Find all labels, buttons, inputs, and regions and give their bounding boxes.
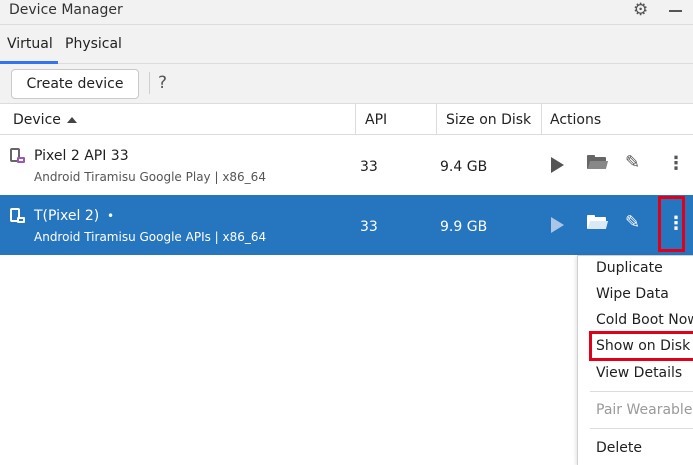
folder-icon[interactable] — [587, 155, 609, 169]
menu-item-delete[interactable]: Delete — [596, 440, 642, 456]
gear-icon[interactable]: ⚙ — [633, 0, 648, 20]
device-api: 33 — [360, 159, 378, 175]
highlight-box — [589, 331, 693, 361]
menu-separator — [590, 391, 693, 392]
virtual-device-icon — [10, 208, 25, 224]
toolbar-separator — [149, 72, 150, 94]
menu-item-wipe-data[interactable]: Wipe Data — [596, 286, 669, 302]
play-icon[interactable] — [551, 157, 564, 173]
column-divider[interactable] — [541, 104, 542, 135]
virtual-device-icon — [10, 148, 25, 164]
menu-item-pair-wearable: Pair Wearable — [596, 402, 693, 418]
device-name: T(Pixel 2) — [34, 208, 100, 224]
column-device[interactable]: Device — [13, 112, 61, 128]
more-options-icon[interactable]: ⋮ — [667, 153, 685, 174]
menu-item-duplicate[interactable]: Duplicate — [596, 260, 663, 276]
table-row[interactable]: Pixel 2 API 33 Android Tiramisu Google P… — [0, 135, 693, 195]
highlight-box — [658, 196, 685, 252]
device-api: 33 — [360, 219, 378, 235]
play-icon[interactable] — [551, 217, 564, 233]
tab-bar: Virtual Physical — [0, 25, 693, 64]
device-size: 9.9 GB — [440, 219, 488, 235]
column-actions: Actions — [550, 112, 602, 128]
tab-virtual[interactable]: Virtual — [7, 36, 53, 52]
column-divider[interactable] — [436, 104, 437, 135]
device-subtitle: Android Tiramisu Google APIs | x86_64 — [34, 230, 267, 244]
folder-icon[interactable] — [587, 215, 609, 229]
menu-item-view-details[interactable]: View Details — [596, 365, 682, 381]
column-size-on-disk[interactable]: Size on Disk — [446, 112, 531, 128]
menu-item-cold-boot-now[interactable]: Cold Boot Now — [596, 312, 693, 328]
device-size: 9.4 GB — [440, 159, 488, 175]
minimize-icon[interactable] — [669, 10, 682, 12]
title-bar: Device Manager ⚙ — [0, 0, 693, 25]
edit-icon[interactable]: ✎ — [625, 152, 640, 173]
toolbar: Create device ? — [0, 64, 693, 104]
table-row[interactable]: T(Pixel 2) • Android Tiramisu Google API… — [0, 195, 693, 255]
device-name: Pixel 2 API 33 — [34, 148, 129, 164]
running-indicator: • — [107, 209, 115, 223]
device-subtitle: Android Tiramisu Google Play | x86_64 — [34, 170, 266, 184]
table-header: Device API Size on Disk Actions — [0, 104, 693, 135]
sort-ascending-icon — [67, 117, 77, 123]
menu-separator — [590, 428, 693, 429]
window-title: Device Manager — [9, 2, 123, 18]
tab-physical[interactable]: Physical — [65, 36, 122, 52]
column-api[interactable]: API — [365, 112, 387, 128]
column-divider[interactable] — [355, 104, 356, 135]
edit-icon[interactable]: ✎ — [625, 212, 640, 233]
create-device-button[interactable]: Create device — [11, 69, 139, 99]
help-icon[interactable]: ? — [158, 73, 167, 93]
